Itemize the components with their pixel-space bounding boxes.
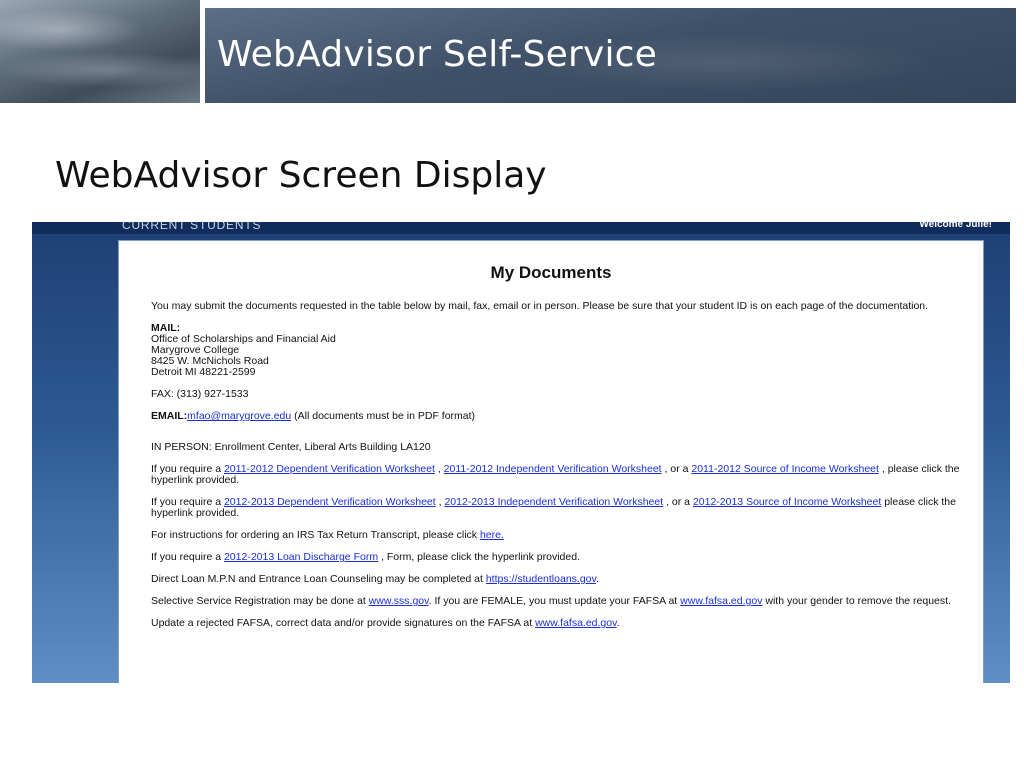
corner-decoration: [0, 0, 200, 103]
mail-block: MAIL: Office of Scholarships and Financi…: [151, 323, 977, 378]
email-label: EMAIL:: [151, 410, 188, 422]
direct-loan-line: Direct Loan M.P.N and Entrance Loan Coun…: [151, 573, 599, 585]
in-person-line: IN PERSON: Enrollment Center, Liberal Ar…: [151, 441, 431, 453]
worksheets-2012: If you require a 2012-2013 Dependent Ver…: [151, 496, 956, 519]
income-2012-link[interactable]: 2012-2013 Source of Income Worksheet: [693, 496, 881, 508]
webadvisor-screenshot: Current Students Welcome Julie! My Docum…: [32, 222, 1010, 683]
top-nav-strip: Current Students Welcome Julie!: [32, 222, 1010, 234]
slide-title-bar: WebAdvisor Self-Service: [205, 8, 1016, 103]
slide-heading: WebAdvisor Screen Display: [55, 155, 547, 196]
irs-line: For instructions for ordering an IRS Tax…: [151, 529, 504, 541]
income-2011-link[interactable]: 2011-2012 Source of Income Worksheet: [691, 463, 879, 475]
loan-discharge-line: If you require a 2012-2013 Loan Discharg…: [151, 551, 580, 563]
email-line: EMAIL:mfao@marygrove.edu (All documents …: [151, 411, 977, 422]
selective-service-line: Selective Service Registration may be do…: [151, 595, 951, 607]
fax-line: FAX: (313) 927-1533: [151, 388, 249, 400]
intro-text: You may submit the documents requested i…: [151, 300, 929, 312]
section-title: Current Students: [122, 222, 262, 232]
email-link[interactable]: mfao@marygrove.edu: [187, 410, 291, 422]
content-panel: My Documents You may submit the document…: [118, 240, 984, 683]
studentloans-link[interactable]: https://studentloans.gov: [486, 573, 596, 585]
loan-discharge-link[interactable]: 2012-2013 Loan Discharge Form: [224, 551, 378, 563]
dependent-2012-link[interactable]: 2012-2013 Dependent Verification Workshe…: [224, 496, 436, 508]
dependent-2011-link[interactable]: 2011-2012 Dependent Verification Workshe…: [224, 463, 435, 475]
slide-title: WebAdvisor Self-Service: [217, 34, 658, 75]
welcome-message: Welcome Julie!: [919, 222, 992, 230]
sss-link[interactable]: www.sss.gov: [369, 595, 429, 607]
email-note: (All documents must be in PDF format): [294, 410, 476, 422]
irs-here-link[interactable]: here.: [480, 529, 504, 541]
page-title: My Documents: [490, 263, 612, 282]
independent-2012-link[interactable]: 2012-2013 Independent Verification Works…: [444, 496, 663, 508]
fafsa-update-line: Update a rejected FAFSA, correct data an…: [151, 617, 620, 629]
fafsa-update-link[interactable]: www.fafsa.ed.gov: [535, 617, 617, 629]
fafsa-link[interactable]: www.fafsa.ed.gov: [680, 595, 762, 607]
independent-2011-link[interactable]: 2011-2012 Independent Verification Works…: [444, 463, 662, 475]
mail-line: Detroit MI 48221-2599: [151, 366, 256, 378]
documents-body: You may submit the documents requested i…: [151, 301, 977, 640]
worksheets-2011: If you require a 2011-2012 Dependent Ver…: [151, 463, 960, 486]
